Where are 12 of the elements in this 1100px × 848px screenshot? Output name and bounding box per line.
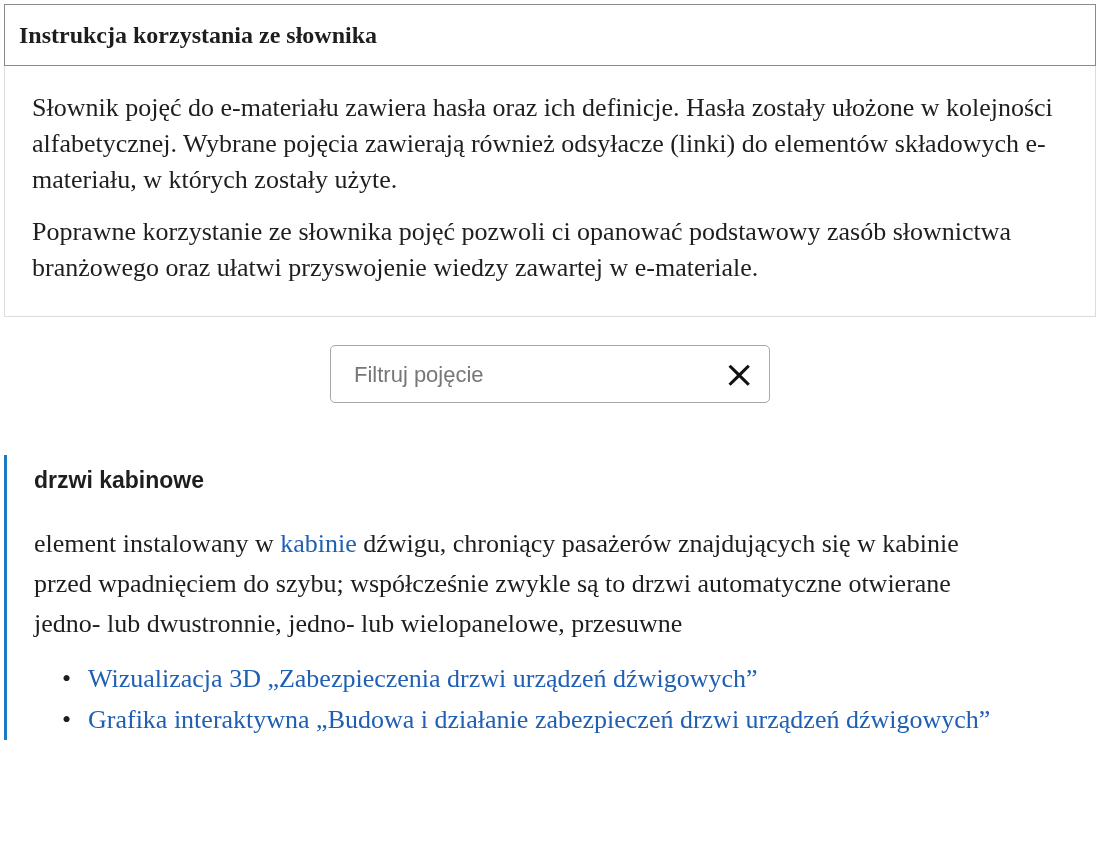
term-definition: element instalowany w kabinie dźwigu, chroniący pasażerów znajdujących się w kabinie przed wpadnięciem do szybu; współcześnie zwykle są to drzwi automatyczne otwierane jedno- lub dwustronnie, jedno- lub wielopanelowe, przesuwne [34, 527, 960, 640]
resource-link[interactable]: Wizualizacja 3D „Zabezpieczenia drzwi urządzeń dźwigowych” [88, 657, 758, 699]
bullet: • [62, 703, 73, 736]
glossary-term: drzwi kabinowe [34, 466, 205, 495]
definition-link[interactable]: kabinie [280, 528, 357, 558]
clear-button[interactable]: × [719, 355, 759, 393]
instructions-title: Instrukcja korzystania ze słownika [4, 4, 1096, 66]
instructions-paragraph: Poprawne korzystanie ze słownika pojęć pozwoli ci opanować podstawowy zasób słownictwa branżowego oraz ułatwi przyswojenie wiedzy zawartej w e-materiale. [32, 216, 1013, 284]
instructions-paragraph: Słownik pojęć do e-materiału zawiera hasła oraz ich definicje. Hasła zostały ułożone w kolejności alfabetycznej. Wybrane pojęcia zawierają również odsyłacze (linki) do elementów składowych e-materiału, w których zostały użyte. [32, 92, 1054, 196]
filter-field[interactable]: Filtruj pojęcie × [330, 345, 770, 403]
bullet: • [62, 662, 73, 695]
resource-link[interactable]: Grafika interaktywna „Budowa i działanie zabezpieczeń drzwi urządzeń dźwigowych” [88, 698, 991, 740]
